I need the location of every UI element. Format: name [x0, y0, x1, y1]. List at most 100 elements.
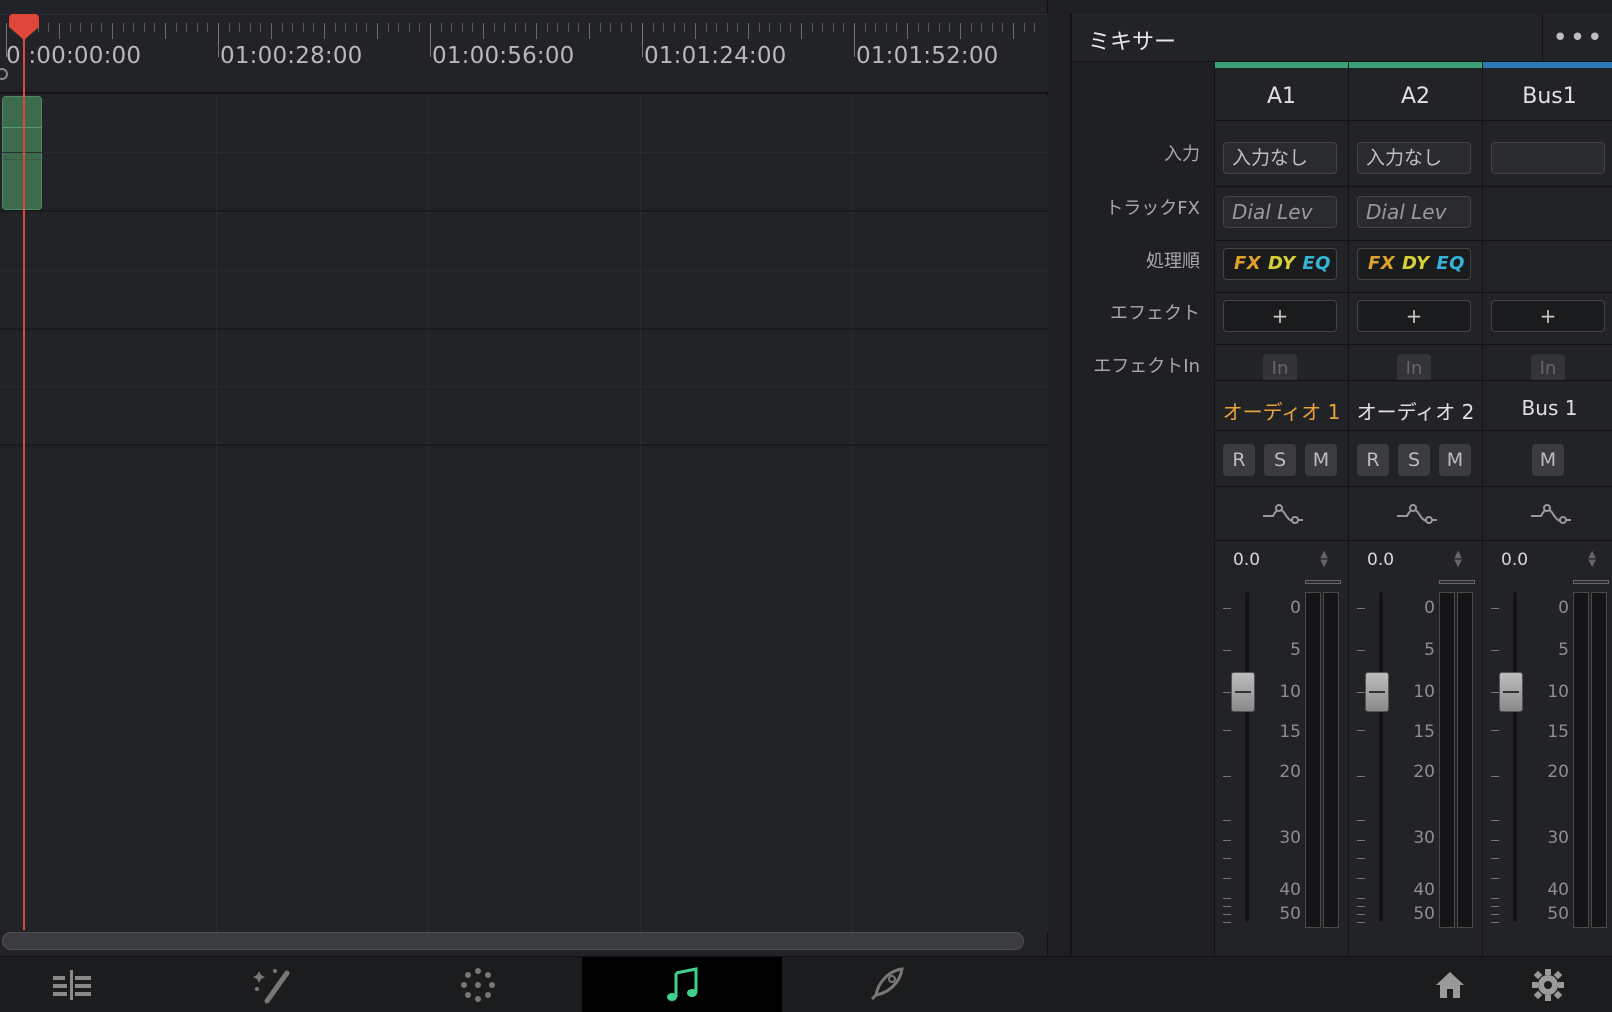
track-fx-select[interactable]: Dial Lev: [1223, 196, 1337, 228]
input-select[interactable]: 入力なし: [1223, 142, 1337, 174]
eq-label: EQ: [1436, 253, 1465, 274]
ruler-tick: [377, 23, 378, 39]
record-button[interactable]: R: [1357, 444, 1389, 476]
ruler-tick: [398, 23, 400, 32]
add-effect-button[interactable]: +: [1223, 300, 1337, 332]
strip-id-label: A1: [1266, 84, 1297, 109]
nav-settings[interactable]: [1448, 957, 1612, 1012]
channel-strip-bus1: Bus1 + In Bus 1 M 0.0 ▲ ▼ 0 5 10 15 20 30 40 50: [1482, 62, 1612, 956]
grid-line: [428, 96, 429, 932]
fader-scale-label: 0: [1290, 598, 1301, 618]
solo-button[interactable]: S: [1264, 444, 1296, 476]
fader-track[interactable]: [1245, 592, 1249, 922]
add-effect-button[interactable]: +: [1491, 300, 1605, 332]
volume-spinner-icon[interactable]: ▲ ▼: [1320, 550, 1328, 569]
nav-effects-page[interactable]: [172, 957, 372, 1012]
fader-scale-label: 40: [1413, 880, 1435, 900]
track-fx-select[interactable]: Dial Lev: [1357, 196, 1471, 228]
volume-fader-knob[interactable]: [1365, 672, 1389, 712]
ruler-tick: [716, 23, 718, 32]
playhead-line[interactable]: [23, 28, 25, 930]
automation-curve-icon[interactable]: [1395, 500, 1439, 530]
nav-fairlight-page[interactable]: [582, 957, 782, 1012]
audio-clip[interactable]: [2, 96, 42, 210]
effect-in-button[interactable]: In: [1397, 354, 1431, 380]
scale-dash: [1357, 608, 1365, 609]
input-select[interactable]: 入力なし: [1357, 142, 1471, 174]
volume-fader-knob[interactable]: [1231, 672, 1255, 712]
nav-color-page[interactable]: [378, 957, 578, 1012]
fader-scale-label: 15: [1413, 722, 1435, 742]
ruler-tick: [1023, 23, 1025, 32]
ruler-tick: [938, 23, 940, 32]
mute-button[interactable]: M: [1439, 444, 1471, 476]
volume-spinner-icon[interactable]: ▲ ▼: [1454, 550, 1462, 569]
track-name: オーディオ 2: [1356, 400, 1475, 424]
ruler-tick: [451, 23, 453, 32]
ruler-tick: [90, 23, 92, 32]
processing-order-button[interactable]: FX DY EQ: [1357, 248, 1471, 280]
input-select[interactable]: [1491, 142, 1605, 174]
row-label-input: 入力: [1164, 144, 1200, 165]
ruler-tick: [143, 23, 145, 32]
nav-deliver-page[interactable]: [786, 957, 986, 1012]
automation-curve-icon[interactable]: [1529, 500, 1573, 530]
mixer-panel: ミキサー ••• 入力 トラックFX 処理順 エフェクト エフェクトIn A1 入…: [1070, 14, 1612, 956]
mixer-title: ミキサー: [1088, 30, 1177, 55]
horizontal-scrollbar[interactable]: [2, 932, 1024, 950]
ruler-tick: [292, 23, 294, 32]
record-button[interactable]: R: [1223, 444, 1255, 476]
ruler-tick: [175, 23, 177, 32]
track-name: オーディオ 1: [1222, 400, 1341, 424]
ruler-tick: [599, 23, 601, 32]
mute-button[interactable]: M: [1532, 444, 1564, 476]
lane-divider: [0, 270, 1048, 271]
ruler-tick: [48, 23, 50, 32]
ruler-tick: [811, 23, 813, 32]
timecode-label: 01:01:52:00: [856, 43, 999, 69]
volume-fader-knob[interactable]: [1499, 672, 1523, 712]
ruler-tick: [949, 23, 951, 32]
fader-scale-label: 5: [1558, 640, 1569, 660]
ruler-tick: [726, 23, 728, 32]
volume-value[interactable]: 0.0: [1367, 550, 1394, 570]
effect-in-button[interactable]: In: [1263, 354, 1297, 380]
automation-curve-icon[interactable]: [1261, 500, 1305, 530]
timecode-ruler[interactable]: 0 :00:00:00 01:00:28:00 01:00:56:00 01:01:2…: [0, 14, 1048, 94]
volume-value[interactable]: 0.0: [1233, 550, 1260, 570]
fader-track[interactable]: [1513, 592, 1517, 922]
ruler-tick: [101, 23, 103, 32]
solo-button[interactable]: S: [1398, 444, 1430, 476]
scale-dash: [1223, 730, 1231, 731]
ruler-tick: [779, 23, 781, 32]
ruler-tick: [907, 23, 908, 39]
ruler-tick: [652, 23, 654, 32]
strip-id-label: A2: [1400, 84, 1431, 109]
ruler-tick: [154, 23, 156, 32]
processing-order-button[interactable]: FX DY EQ: [1223, 248, 1337, 280]
ruler-tick: [610, 23, 612, 32]
mute-button[interactable]: M: [1305, 444, 1337, 476]
fader-scale-label: 50: [1279, 904, 1301, 924]
ruler-tick: [472, 23, 474, 32]
fader-track[interactable]: [1379, 592, 1383, 922]
fader-scale-label: 0: [1424, 598, 1435, 618]
page-nav-bar: [0, 956, 1612, 1012]
scale-dash: [1357, 820, 1365, 821]
effect-in-button[interactable]: In: [1531, 354, 1565, 380]
ruler-tick: [387, 23, 389, 32]
more-options-icon[interactable]: •••: [1542, 14, 1612, 62]
lane-divider: [0, 210, 1048, 212]
volume-value[interactable]: 0.0: [1501, 550, 1528, 570]
fader-scale-label: 50: [1547, 904, 1569, 924]
add-effect-button[interactable]: +: [1357, 300, 1471, 332]
scale-dash: [1491, 776, 1499, 777]
scale-dash: [1223, 914, 1231, 915]
scale-dash: [1491, 840, 1499, 841]
grid-line: [216, 96, 217, 932]
ruler-tick: [493, 23, 495, 32]
track-area[interactable]: [0, 96, 1048, 932]
nav-cut-page[interactable]: [0, 957, 172, 1012]
fader-scale-label: 15: [1547, 722, 1569, 742]
volume-spinner-icon[interactable]: ▲ ▼: [1588, 550, 1596, 569]
